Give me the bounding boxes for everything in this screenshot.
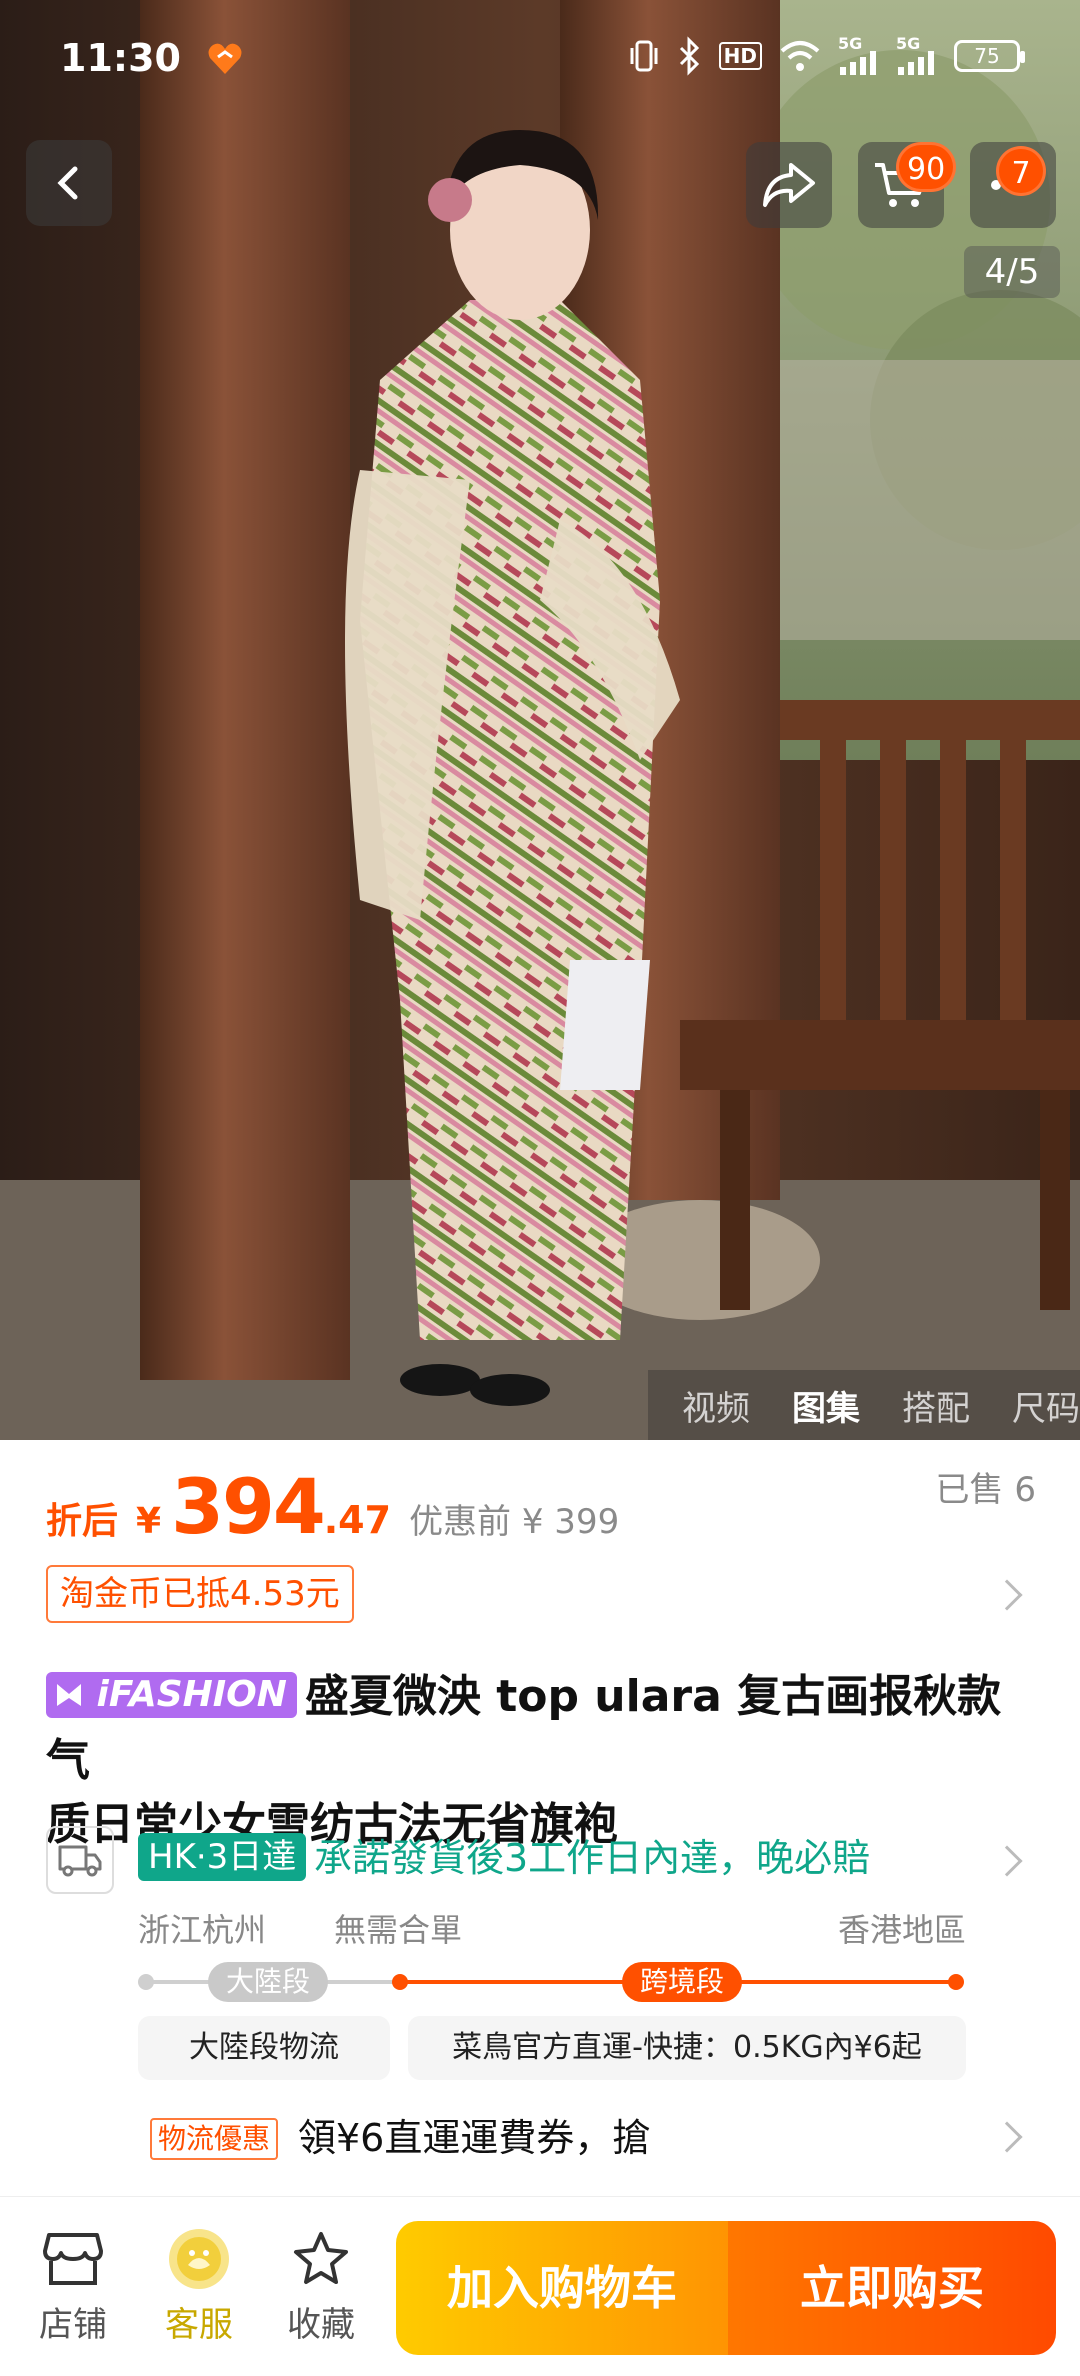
hk-delivery-tag: HK·3日達 [138,1833,307,1881]
route-labels: 浙江杭州 無需合單 香港地區 [138,1905,966,1949]
favorite-button[interactable]: 收藏 [266,2227,376,2346]
share-icon [763,163,815,207]
taobao-heart-icon [208,43,242,74]
mainland-logistics-box: 大陸段物流 [138,2016,390,2080]
route-origin: 浙江杭州 [138,1911,267,1949]
coin-discount-tag[interactable]: 淘金币已抵4.53元 [46,1565,354,1623]
vibrate-icon [629,36,659,76]
hd-icon: HD [718,42,762,70]
ifashion-logo-icon [57,1684,81,1706]
battery-icon: 75 [954,40,1025,72]
sold-count: 已售 6 [935,1470,1036,1510]
back-button[interactable] [26,140,112,226]
signal-2-icon: 5G [896,36,936,76]
price-prefix: 折后 [46,1501,119,1542]
coupon-chevron-right-icon[interactable] [991,2121,1023,2153]
image-counter: 4/5 [964,246,1060,298]
ifashion-badge: iFASHION [46,1672,297,1718]
star-icon [294,2232,348,2284]
message-count-badge: 7 [996,146,1046,196]
price-row: 折后 ¥ 394 .47 优惠前 ¥ 399 已售 6 [46,1462,1036,1551]
favorite-label: 收藏 [287,2305,355,2345]
price-before-discount: 优惠前 ¥ 399 [409,1502,620,1542]
add-to-cart-button[interactable]: 加入购物车 [396,2221,728,2355]
tab-size[interactable]: 尺码 [1012,1381,1080,1430]
store-label: 店铺 [39,2305,107,2345]
logistics-coupon-tag: 物流優惠 [150,2118,279,2160]
ifashion-label: iFASHION [96,1674,287,1715]
truck-icon [58,1845,102,1877]
store-button[interactable]: 店铺 [18,2227,128,2346]
store-icon [43,2233,103,2285]
logistics-coupon-text[interactable]: 領¥6直運運費券，搶 [298,2110,650,2166]
delivery-truck-box [46,1826,114,1894]
signal-2-label: 5G [896,34,921,53]
price-currency: ¥ [136,1501,162,1542]
customer-service-label: 客服 [165,2305,233,2345]
coin-chevron-right-icon[interactable] [991,1579,1023,1611]
status-time: 11:30 [60,36,181,80]
segment-mainland-label: 大陸段 [208,1962,329,2002]
product-image[interactable]: 11:30 HD 5G 5G 75 90 7 4/5 视频 图集 搭配 尺码 [0,0,1080,1440]
route-no-merge: 無需合單 [334,1911,463,1949]
tab-video[interactable]: 视频 [682,1381,750,1430]
route-progress: 大陸段 跨境段 [138,1962,966,2012]
bottom-action-bar: 店铺 客服 收藏 加入购物车 立即购买 [0,2196,1080,2376]
cart-count-badge: 90 [896,142,957,192]
signal-1-icon: 5G [838,36,878,76]
tab-gallery[interactable]: 图集 [792,1381,860,1430]
gallery-tabs: 视频 图集 搭配 尺码 [648,1370,1080,1440]
segment-cross-label: 跨境段 [622,1962,743,2002]
wifi-icon [780,36,820,76]
buy-now-button[interactable]: 立即购买 [728,2221,1056,2355]
price-decimal: .47 [323,1498,392,1542]
signal-1-label: 5G [838,34,863,53]
bluetooth-icon [677,36,701,76]
customer-service-button[interactable]: 客服 [144,2227,254,2346]
delivery-promise[interactable]: 承諾發貨後3工作日內達，晚必賠 [314,1832,870,1884]
customer-service-icon [169,2229,229,2289]
tab-match[interactable]: 搭配 [902,1381,970,1430]
route-destination: 香港地區 [837,1911,966,1949]
product-title: iFASHION 盛夏微泱 top ulara 复古画报秋款气 质日常少女雪纺古… [46,1665,1036,1857]
price-integer: 394 [171,1462,326,1551]
cross-logistics-box: 菜鳥官方直運-快捷：0.5KG內¥6起 [408,2016,966,2080]
status-bar: 11:30 HD 5G 5G 75 [0,0,1080,120]
chevron-left-icon [57,166,78,200]
share-button[interactable] [746,142,832,228]
